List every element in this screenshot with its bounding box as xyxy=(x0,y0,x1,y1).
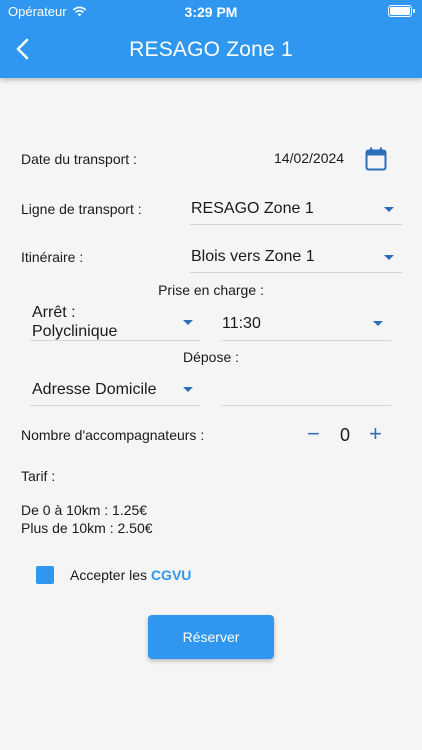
ligne-dropdown[interactable]: RESAGO Zone 1 xyxy=(190,196,402,226)
arret-line1: Arrêt : xyxy=(32,304,76,321)
itineraire-underline xyxy=(190,272,402,273)
status-bar: Opérateur 3:29 PM xyxy=(0,0,422,24)
arret-dropdown[interactable]: Arrêt : Polyclinique xyxy=(30,303,200,340)
date-field[interactable]: 14/02/2024 xyxy=(274,150,344,168)
accomp-label: Nombre d'accompagnateurs : xyxy=(21,427,205,443)
depose-value: Adresse Domicile xyxy=(32,381,157,398)
ligne-label: Ligne de transport : xyxy=(21,201,142,217)
depose-underline xyxy=(30,405,200,406)
calendar-icon xyxy=(365,147,387,171)
caret-down-icon xyxy=(183,387,193,392)
calendar-button[interactable] xyxy=(364,146,388,177)
clock: 3:29 PM xyxy=(184,4,238,20)
tarif-line-1: De 0 à 10km : 1.25€ xyxy=(21,502,148,518)
heure-underline xyxy=(221,340,391,341)
caret-down-icon xyxy=(384,207,394,212)
itineraire-label: Itinéraire : xyxy=(21,249,84,265)
ligne-value: RESAGO Zone 1 xyxy=(191,200,314,217)
arret-underline xyxy=(30,340,200,341)
cgvu-checkbox[interactable] xyxy=(36,566,54,584)
date-label: Date du transport : xyxy=(21,151,137,167)
heure-dropdown[interactable]: 11:30 xyxy=(221,310,391,338)
accept-text: Accepter les CGVU xyxy=(70,567,191,583)
date-value: 14/02/2024 xyxy=(274,150,345,166)
ligne-underline xyxy=(190,224,402,225)
itineraire-value: Blois vers Zone 1 xyxy=(191,248,315,265)
decrement-button[interactable]: − xyxy=(307,423,320,445)
depose-label: Dépose : xyxy=(182,349,240,365)
heure-value: 11:30 xyxy=(222,315,261,332)
caret-down-icon xyxy=(384,255,394,260)
app-bar: Opérateur 3:29 PM RESAGO Zone 1 xyxy=(0,0,422,78)
caret-down-icon xyxy=(373,321,383,326)
prise-label: Prise en charge : xyxy=(158,282,264,298)
arret-line2: Polyclinique xyxy=(32,323,118,340)
page-title: RESAGO Zone 1 xyxy=(129,38,293,61)
battery-icon xyxy=(388,5,415,17)
cgvu-link[interactable]: CGVU xyxy=(151,567,191,583)
tarif-line-2: Plus de 10km : 2.50€ xyxy=(21,520,153,536)
reserve-button[interactable]: Réserver xyxy=(148,615,274,659)
increment-button[interactable]: + xyxy=(369,423,382,445)
accept-label: Accepter les xyxy=(70,567,151,583)
depose-address-underline xyxy=(221,405,391,406)
accomp-count: 0 xyxy=(340,425,351,445)
itineraire-dropdown[interactable]: Blois vers Zone 1 xyxy=(190,244,402,274)
tarif-label: Tarif : xyxy=(21,468,56,484)
caret-down-icon xyxy=(183,320,193,325)
depose-dropdown[interactable]: Adresse Domicile xyxy=(30,376,200,404)
